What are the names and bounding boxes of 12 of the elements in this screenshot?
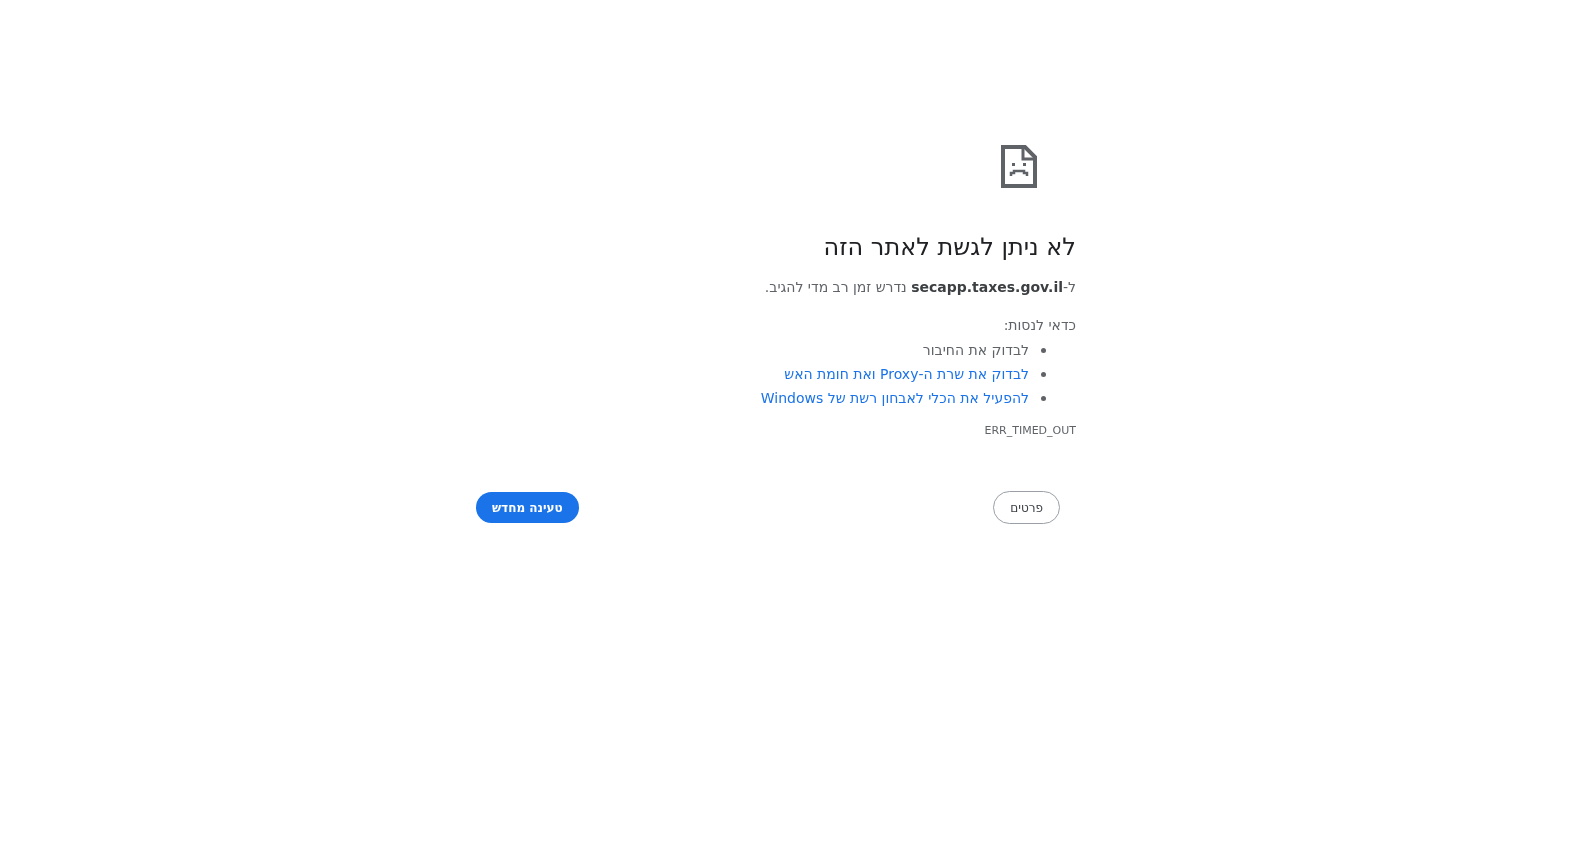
- sad-page-icon: [1001, 145, 1037, 188]
- suggestion-link[interactable]: לבדוק את שרת ה-Proxy ואת חומת האש: [784, 366, 1029, 382]
- bullet-icon: [1041, 395, 1046, 401]
- bullet-icon: [1041, 347, 1046, 353]
- suggestions-heading: כדאי לנסות:: [1002, 316, 1076, 335]
- page-title: לא ניתן לגשת לאתר הזה: [822, 232, 1076, 262]
- error-code: ERR_TIMED_OUT: [983, 424, 1076, 437]
- suggestion-link[interactable]: להפעיל את הכלי לאבחון רשת של Windows: [760, 390, 1029, 406]
- reload-button[interactable]: טעינה מחדש: [476, 492, 579, 523]
- bullet-icon: [1041, 371, 1046, 377]
- details-button[interactable]: פרטים: [993, 491, 1060, 524]
- suggestion-text: לבדוק את החיבור: [922, 342, 1029, 358]
